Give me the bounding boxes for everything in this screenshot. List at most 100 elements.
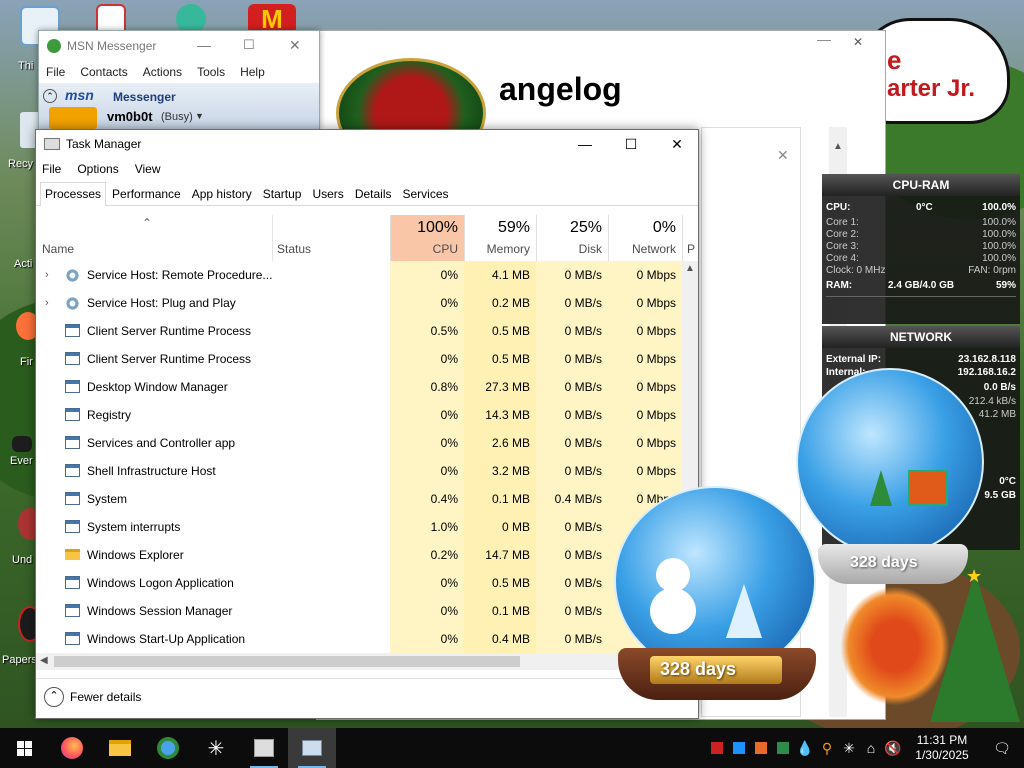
table-row[interactable]: Windows Session Manager 0% 0.1 MB 0 MB/s (36, 597, 682, 625)
table-row[interactable]: Shell Infrastructure Host 0% 3.2 MB 0 MB/s 0… (36, 457, 682, 485)
table-row[interactable]: Client Server Runtime Process 0% 0.5 MB 0 M… (36, 345, 682, 373)
menu-options[interactable]: Options (77, 162, 118, 176)
tray-app-icon[interactable] (750, 728, 772, 768)
clock-time: 11:31 PM (916, 733, 968, 747)
notification-center-icon[interactable]: 🗨 (980, 728, 1024, 768)
process-cpu: 1.0% (390, 513, 464, 541)
snowy-tree-icon (726, 584, 762, 638)
table-row[interactable]: › Service Host: Remote Procedure... 0% 4.1 … (36, 261, 682, 289)
process-name: Windows Session Manager (87, 604, 233, 618)
minimize-button[interactable]: — (562, 130, 608, 158)
menu-contacts[interactable]: Contacts (80, 65, 127, 79)
taskbar-file-explorer[interactable] (96, 728, 144, 768)
process-status (272, 317, 390, 345)
ram-row: RAM: 2.4 GB/4.0 GB 59% (826, 280, 1016, 291)
tab-processes[interactable]: Processes (40, 182, 107, 206)
volume-muted-icon[interactable]: 🔇 (882, 728, 904, 768)
window-icon (65, 632, 80, 645)
minimize-button[interactable]: — (197, 37, 211, 53)
maximize-button[interactable]: ☐ (608, 130, 654, 158)
process-network: 0 Mbps (608, 429, 682, 457)
column-header-disk[interactable]: 25% Disk (536, 215, 608, 261)
msn-messenger-window[interactable]: MSN Messenger — ☐ ✕ File Contacts Action… (38, 30, 320, 130)
cpu-ram-gadget[interactable]: CPU-RAM CPU: 0°C 100.0% Core 1: 100.0% Co… (822, 174, 1020, 324)
gear-icon (65, 268, 80, 283)
footer: ⌃ Fewer details (36, 678, 698, 716)
table-row[interactable]: Registry 0% 14.3 MB 0 MB/s 0 Mbps (36, 401, 682, 429)
menu-file[interactable]: File (42, 162, 61, 176)
gift-icon (908, 470, 948, 506)
taskbar-msn[interactable] (144, 728, 192, 768)
process-disk: 0 MB/s (536, 541, 608, 569)
process-status (272, 401, 390, 429)
collapse-icon[interactable]: ⌃ (44, 687, 64, 707)
menu-file[interactable]: File (46, 65, 65, 79)
clock[interactable]: 11:31 PM 1/30/2025 (904, 733, 980, 763)
fewer-details-link[interactable]: Fewer details (70, 690, 141, 704)
scroll-thumb[interactable] (54, 656, 520, 667)
menu-help[interactable]: Help (240, 65, 265, 79)
taskbar-firefox[interactable] (48, 728, 96, 768)
table-row[interactable]: Windows Logon Application 0% 0.5 MB 0 MB/s (36, 569, 682, 597)
close-icon[interactable]: ✕ (853, 35, 863, 49)
table-row[interactable]: System 0.4% 0.1 MB 0.4 MB/s 0 Mbps (36, 485, 682, 513)
snow-globe-gifts (796, 368, 984, 556)
column-header-status[interactable]: Status (272, 215, 390, 261)
table-row[interactable]: › Service Host: Plug and Play 0% 0.2 MB 0 MB… (36, 289, 682, 317)
process-cpu: 0.4% (390, 485, 464, 513)
table-row[interactable]: Client Server Runtime Process 0.5% 0.5 MB 0… (36, 317, 682, 345)
tray-app-icon[interactable] (772, 728, 794, 768)
asterisk-icon[interactable]: ✳ (838, 728, 860, 768)
gear-icon (65, 296, 80, 311)
column-header-memory[interactable]: 59% Memory (464, 215, 536, 261)
menu-view[interactable]: View (135, 162, 161, 176)
tab-performance[interactable]: Performance (107, 182, 186, 205)
expand-chevron-icon[interactable]: › (45, 261, 49, 289)
menu-tools[interactable]: Tools (197, 65, 225, 79)
tab-startup[interactable]: Startup (258, 182, 307, 205)
msn-buddy-icon (47, 39, 61, 53)
tab-details[interactable]: Details (350, 182, 397, 205)
network-icon[interactable]: ⌂ (860, 728, 882, 768)
tab-app-history[interactable]: App history (187, 182, 257, 205)
collapse-icon[interactable]: ⌃ (43, 89, 57, 103)
status-dropdown-icon[interactable]: ▼ (195, 111, 204, 121)
maximize-button[interactable]: ☐ (243, 37, 255, 53)
start-button[interactable] (0, 728, 48, 768)
taskbar-app[interactable]: ✳ (192, 728, 240, 768)
taskbar-changelog[interactable] (240, 728, 288, 768)
task-manager-window[interactable]: Task Manager — ☐ ✕ File Options View Pro… (35, 129, 699, 719)
horizontal-scrollbar[interactable]: ◀ (36, 653, 682, 670)
shortcut-icon[interactable] (12, 436, 32, 452)
user-status[interactable]: (Busy) (161, 111, 193, 123)
tab-users[interactable]: Users (307, 182, 348, 205)
scroll-up-icon[interactable]: ▲ (833, 141, 843, 152)
column-header-network[interactable]: 0% Network (608, 215, 682, 261)
tray-app-icon[interactable] (728, 728, 750, 768)
expand-chevron-icon[interactable]: › (45, 289, 49, 317)
tray-app-icon[interactable] (706, 728, 728, 768)
column-header-name[interactable]: Name (36, 215, 272, 261)
minimize-icon[interactable]: — (817, 31, 831, 47)
scroll-left-icon[interactable]: ◀ (40, 655, 48, 666)
close-button[interactable]: ✕ (289, 37, 301, 54)
menu-actions[interactable]: Actions (143, 65, 182, 79)
window-icon (65, 380, 80, 393)
taskbar-task-manager[interactable] (288, 728, 336, 768)
close-button[interactable]: ✕ (654, 130, 700, 158)
avatar[interactable] (49, 107, 97, 129)
search-icon[interactable]: ⚲ (816, 728, 838, 768)
table-row[interactable]: Services and Controller app 0% 2.6 MB 0 MB/… (36, 429, 682, 457)
close-icon[interactable]: ✕ (777, 147, 789, 164)
column-header-power[interactable]: P (682, 215, 698, 261)
user-name[interactable]: vm0b0t (107, 109, 153, 124)
column-header-cpu[interactable]: 100% CPU (390, 215, 464, 261)
table-row[interactable]: Windows Explorer 0.2% 14.7 MB 0 MB/s (36, 541, 682, 569)
desktop-icon-label: Fir (20, 356, 33, 368)
scroll-up-icon[interactable]: ▲ (685, 263, 695, 274)
table-row[interactable]: Desktop Window Manager 0.8% 27.3 MB 0 MB/s 0… (36, 373, 682, 401)
table-row[interactable]: System interrupts 1.0% 0 MB 0 MB/s (36, 513, 682, 541)
tab-services[interactable]: Services (398, 182, 454, 205)
table-row[interactable]: Windows Start-Up Application 0% 0.4 MB 0 MB… (36, 625, 682, 653)
water-drop-icon[interactable]: 💧 (794, 728, 816, 768)
